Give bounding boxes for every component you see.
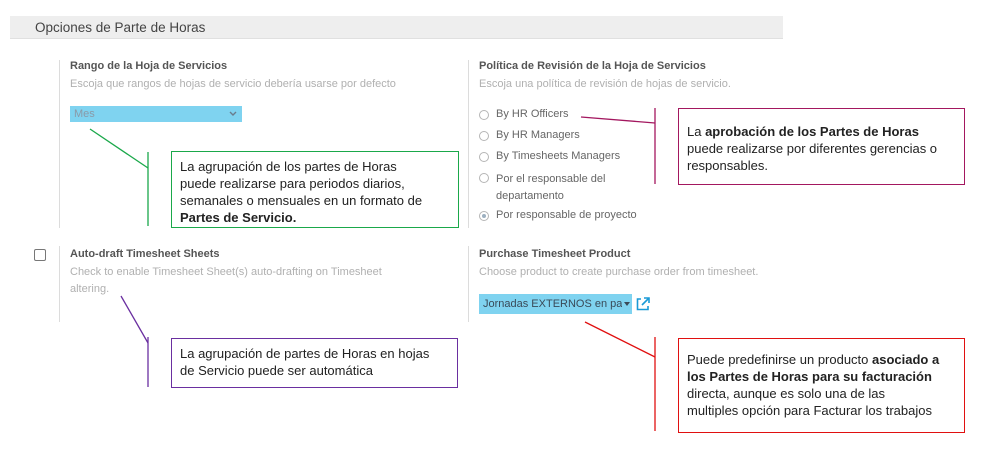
purple-pointer-line [120,295,149,344]
magenta-callout-pre: La [687,124,706,139]
green-callout-bold: Partes de Servicio. [180,210,297,225]
magenta-callout-bold: aprobación de los Partes de Horas [705,124,919,139]
red-callout-bold1: asociado a [872,352,940,367]
red-callout-pre: Puede predefinirse un producto [687,352,873,367]
green-callout-line3: semanales o mensuales en un formato de [180,193,423,208]
magenta-pointer-line [580,116,656,124]
green-callout-line1: La agrupación de los partes de Horas [180,159,397,174]
purple-callout-line1: La agrupación de partes de Horas en hoja… [180,346,430,361]
green-callout-line2: puede realizarse para periodos diarios, [180,176,405,191]
magenta-callout-line3: responsables. [687,158,768,173]
purple-callout: La agrupación de partes de Horas en hoja… [171,338,458,388]
red-callout-line3: directa, aunque es solo una de las [687,386,886,401]
magenta-callout-line2: puede realizarse por diferentes gerencia… [687,141,938,156]
green-pointer-line [89,128,149,169]
red-callout-line4: multiples opción para Facturar los traba… [687,403,932,418]
red-pointer-line [584,321,656,358]
red-callout-bold2: los Partes de Horas para su facturación [687,369,932,384]
magenta-callout: La aprobación de los Partes de Horas pue… [678,108,965,185]
purple-callout-line2: de Servicio puede ser automática [180,363,373,378]
green-callout: La agrupación de los partes de Horas pue… [171,151,459,228]
red-callout: Puede predefinirse un producto asociado … [678,338,965,433]
